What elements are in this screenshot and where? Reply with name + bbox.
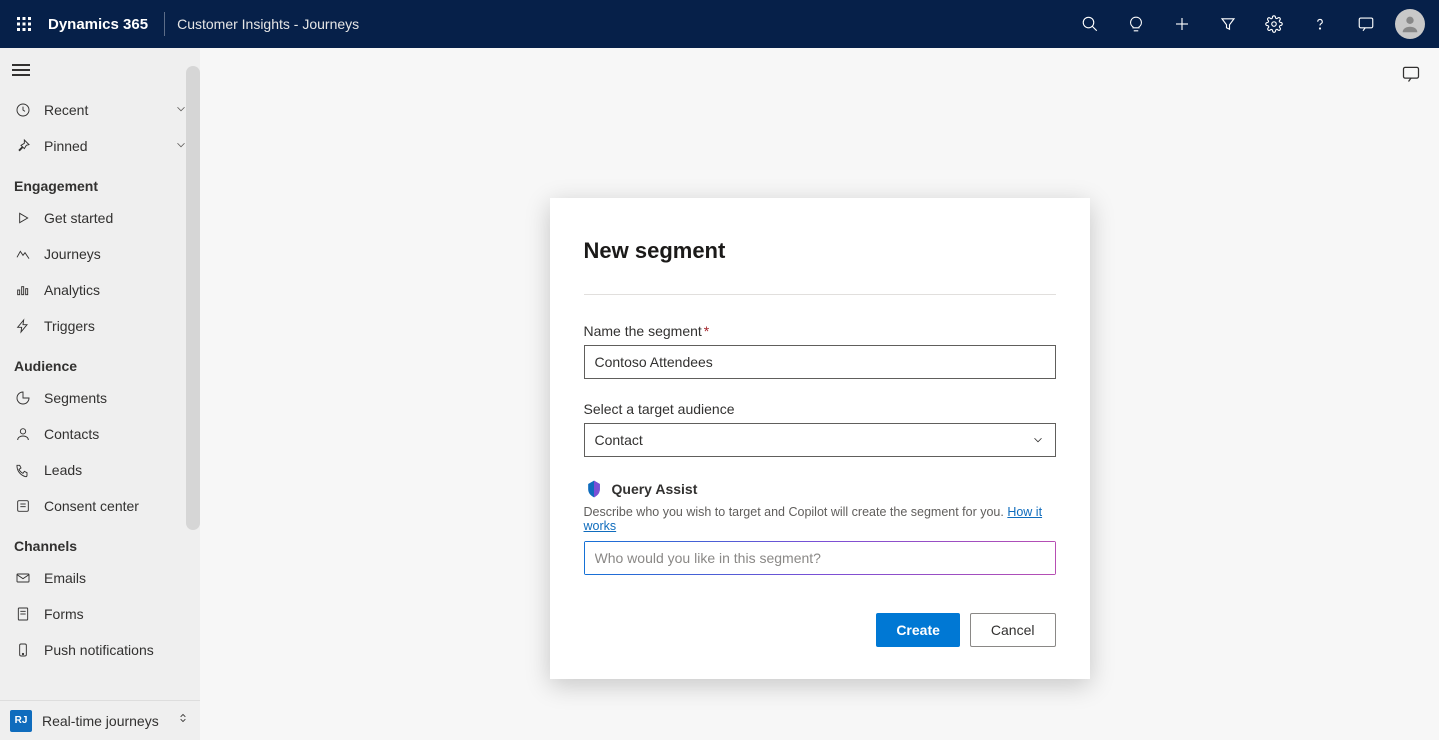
dialog-title: New segment: [584, 238, 1056, 264]
name-field-group: Name the segment*: [584, 323, 1056, 379]
user-avatar[interactable]: [1395, 9, 1425, 39]
pin-icon: [14, 137, 32, 155]
sidebar-item-analytics[interactable]: Analytics: [0, 272, 200, 308]
chat-icon[interactable]: [1343, 1, 1389, 47]
chevron-down-icon: [1031, 433, 1045, 447]
section-header-engagement: Engagement: [0, 164, 200, 200]
help-icon[interactable]: [1297, 1, 1343, 47]
push-icon: [14, 641, 32, 659]
top-bar: Dynamics 365 Customer Insights - Journey…: [0, 0, 1439, 48]
query-assist-input-wrap: [584, 541, 1056, 575]
app-launcher-icon[interactable]: [8, 8, 40, 40]
sidebar-item-label: Contacts: [44, 426, 99, 442]
sidebar-item-label: Push notifications: [44, 642, 154, 658]
cancel-button[interactable]: Cancel: [970, 613, 1056, 647]
sidebar-item-label: Triggers: [44, 318, 95, 334]
audience-value: Contact: [595, 432, 643, 448]
sidebar-item-label: Journeys: [44, 246, 101, 262]
sidebar-item-leads[interactable]: Leads: [0, 452, 200, 488]
query-assist-description: Describe who you wish to target and Copi…: [584, 505, 1056, 533]
sidebar-item-consent-center[interactable]: Consent center: [0, 488, 200, 524]
sidebar-item-journeys[interactable]: Journeys: [0, 236, 200, 272]
area-badge: RJ: [10, 710, 32, 732]
consent-icon: [14, 497, 32, 515]
forms-icon: [14, 605, 32, 623]
sidebar-item-label: Get started: [44, 210, 113, 226]
sidebar-item-label: Analytics: [44, 282, 100, 298]
app-subtitle[interactable]: Customer Insights - Journeys: [177, 16, 359, 32]
brand-title[interactable]: Dynamics 365: [48, 16, 148, 33]
new-segment-dialog: New segment Name the segment* Select a t…: [550, 198, 1090, 679]
leads-icon: [14, 461, 32, 479]
name-label: Name the segment*: [584, 323, 1056, 339]
divider: [584, 294, 1056, 295]
query-assist-input[interactable]: [585, 542, 1055, 574]
lightbulb-icon[interactable]: [1113, 1, 1159, 47]
search-icon[interactable]: [1067, 1, 1113, 47]
area-label: Real-time journeys: [42, 713, 159, 729]
dialog-actions: Create Cancel: [584, 613, 1056, 647]
area-switcher[interactable]: RJ Real-time journeys: [0, 700, 200, 740]
separator: [164, 12, 165, 36]
sidebar-item-forms[interactable]: Forms: [0, 596, 200, 632]
sidebar-item-recent[interactable]: Recent: [0, 92, 200, 128]
scrollbar[interactable]: [186, 66, 200, 530]
sidebar-item-push-notifications[interactable]: Push notifications: [0, 632, 200, 668]
sidebar-item-segments[interactable]: Segments: [0, 380, 200, 416]
main-content: New segment Name the segment* Select a t…: [200, 48, 1439, 740]
chevron-updown-icon: [176, 711, 190, 730]
shell: Recent Pinned Engagement Get started Jou…: [0, 48, 1439, 740]
sidebar-item-triggers[interactable]: Triggers: [0, 308, 200, 344]
sidebar-item-label: Emails: [44, 570, 86, 586]
sidebar-item-pinned[interactable]: Pinned: [0, 128, 200, 164]
clock-icon: [14, 101, 32, 119]
emails-icon: [14, 569, 32, 587]
sidebar-item-emails[interactable]: Emails: [0, 560, 200, 596]
sidebar-item-label: Segments: [44, 390, 107, 406]
contacts-icon: [14, 425, 32, 443]
query-assist-title: Query Assist: [612, 481, 698, 497]
sidebar-item-get-started[interactable]: Get started: [0, 200, 200, 236]
audience-field-group: Select a target audience Contact: [584, 401, 1056, 457]
play-icon: [14, 209, 32, 227]
sidebar-item-label: Forms: [44, 606, 84, 622]
segment-name-input[interactable]: [584, 345, 1056, 379]
journeys-icon: [14, 245, 32, 263]
target-audience-select[interactable]: Contact: [584, 423, 1056, 457]
analytics-icon: [14, 281, 32, 299]
copilot-icon: [584, 479, 604, 499]
sidebar-item-label: Pinned: [44, 138, 88, 154]
create-button[interactable]: Create: [876, 613, 960, 647]
segments-icon: [14, 389, 32, 407]
query-assist-heading: Query Assist: [584, 479, 1056, 499]
sidebar-item-contacts[interactable]: Contacts: [0, 416, 200, 452]
filter-icon[interactable]: [1205, 1, 1251, 47]
section-header-audience: Audience: [0, 344, 200, 380]
add-icon[interactable]: [1159, 1, 1205, 47]
feedback-icon[interactable]: [1401, 64, 1421, 89]
sidebar-item-label: Recent: [44, 102, 88, 118]
sidebar-item-label: Consent center: [44, 498, 139, 514]
settings-icon[interactable]: [1251, 1, 1297, 47]
sidebar: Recent Pinned Engagement Get started Jou…: [0, 48, 200, 740]
audience-label: Select a target audience: [584, 401, 1056, 417]
triggers-icon: [14, 317, 32, 335]
sidebar-toggle[interactable]: [0, 48, 200, 92]
sidebar-item-label: Leads: [44, 462, 82, 478]
section-header-channels: Channels: [0, 524, 200, 560]
